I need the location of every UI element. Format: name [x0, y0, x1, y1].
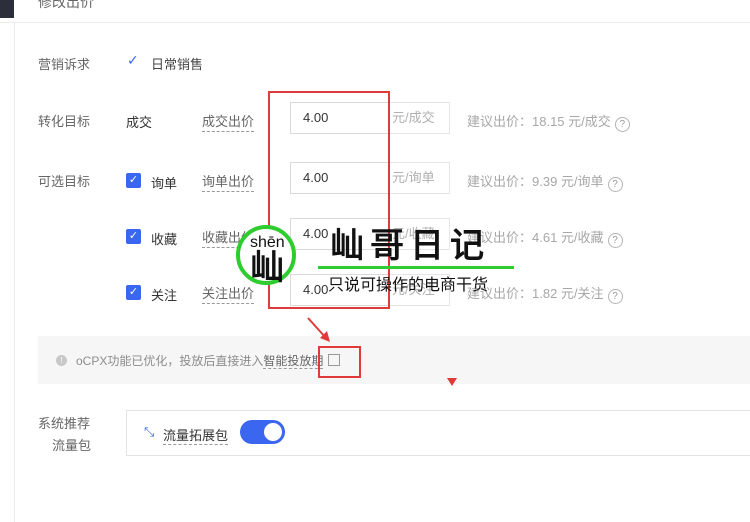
checkbox-favorite[interactable]: ✓: [126, 229, 141, 244]
checkbox-inquiry[interactable]: ✓: [126, 173, 141, 188]
help-icon[interactable]: ?: [607, 289, 623, 304]
optional-bid-label[interactable]: 询单出价: [202, 171, 255, 192]
help-icon[interactable]: ?: [614, 117, 630, 132]
favorite-suggest: 建议出价：4.61 元/收藏?: [467, 227, 623, 248]
watermark-char: 屾: [250, 249, 284, 287]
expand-icon: ⤡: [144, 424, 155, 439]
modal-header: 修改出价: [0, 0, 750, 23]
watermark-subtitle: 只说可操作的电商干货: [328, 277, 489, 294]
notice-link[interactable]: 智能投放期: [263, 354, 324, 369]
marketing-label: 营销诉求: [38, 57, 91, 72]
watermark-underline: [318, 266, 514, 269]
conversion-suggest: 建议出价：18.15 元/成交?: [467, 111, 630, 132]
modal-title: 修改出价: [38, 0, 94, 10]
optional-bid-label[interactable]: 关注出价: [202, 283, 255, 304]
conversion-unit: 元/成交: [390, 102, 450, 134]
inquiry-unit: 元/询单: [390, 162, 450, 194]
background-overlay: [0, 0, 14, 18]
recommend-item: 流量拓展包: [163, 425, 229, 445]
optional-label: 可选目标: [38, 174, 91, 189]
optional-name: 收藏: [151, 232, 178, 247]
watermark-title: 屾哥日记: [330, 227, 490, 265]
optional-name: 询单: [151, 176, 178, 191]
recommend-label-line1: 系统推荐: [38, 416, 91, 431]
conversion-bid-label[interactable]: 成交出价: [202, 111, 255, 132]
conversion-label: 转化目标: [38, 114, 91, 129]
follow-suggest: 建议出价：1.82 元/关注?: [467, 283, 623, 304]
recommend-label-line2: 流量包: [52, 438, 92, 453]
divider: [14, 22, 15, 522]
optional-name: 关注: [151, 288, 178, 303]
inquiry-suggest: 建议出价：9.39 元/询单?: [467, 171, 623, 192]
conversion-name: 成交: [126, 115, 153, 130]
annotation-box: [318, 346, 361, 378]
check-icon: ✓: [127, 52, 139, 68]
down-triangle-icon: [447, 378, 457, 386]
help-icon[interactable]: ?: [607, 177, 623, 192]
help-icon[interactable]: ?: [607, 233, 623, 248]
checkbox-follow[interactable]: ✓: [126, 285, 141, 300]
notice-text: oCPX功能已优化，投放后直接进入智能投放期: [76, 354, 324, 369]
info-icon: !: [56, 355, 67, 366]
recommend-toggle[interactable]: [240, 420, 285, 444]
marketing-value: 日常销售: [151, 57, 204, 72]
annotation-arrow: [307, 317, 330, 342]
